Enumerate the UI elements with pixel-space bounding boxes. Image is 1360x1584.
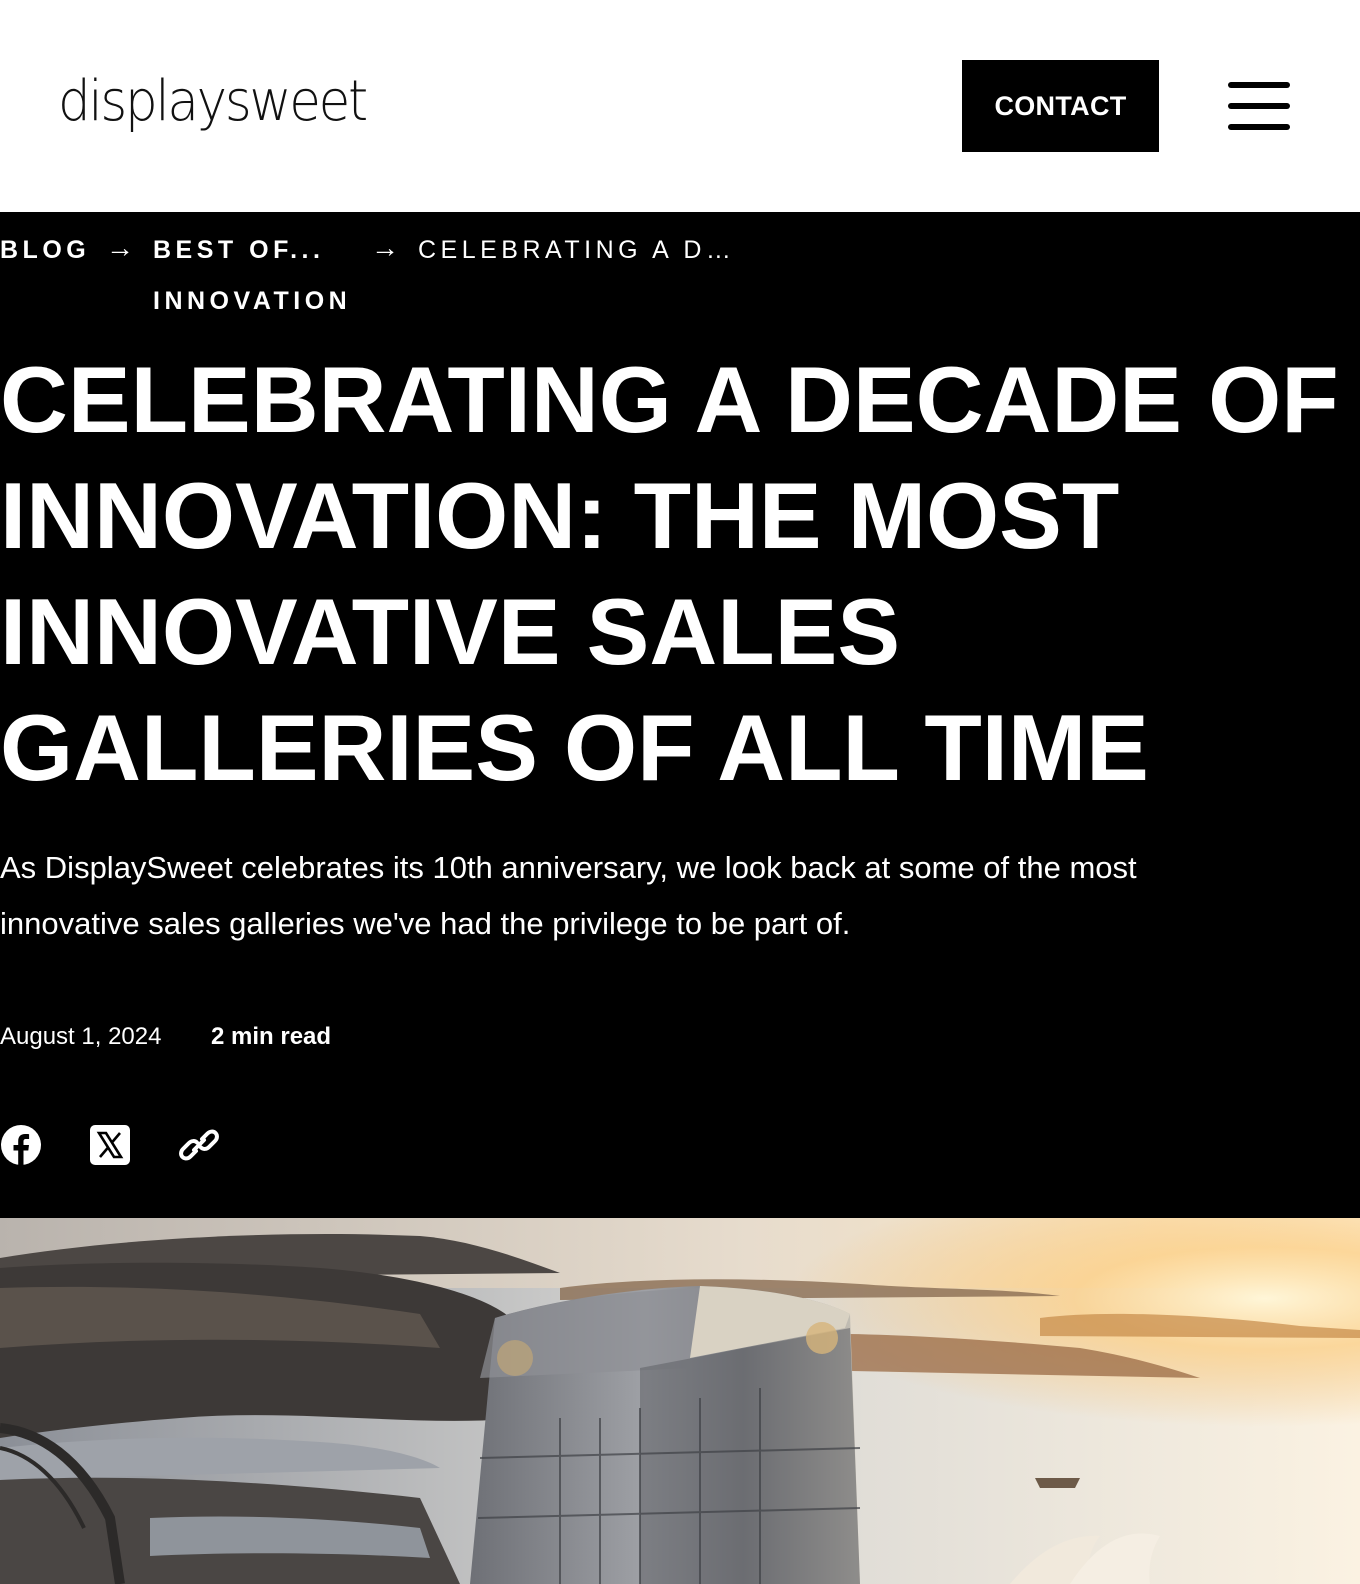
read-time: 2 min read	[211, 1023, 332, 1050]
hamburger-menu-icon[interactable]	[1228, 80, 1290, 132]
breadcrumb-category-link[interactable]: BEST OF...	[153, 235, 324, 265]
contact-button[interactable]: CONTACT	[962, 60, 1159, 152]
page-title-line: INNOVATIVE SALES	[0, 579, 901, 684]
breadcrumb-arrow-icon: →	[371, 232, 399, 263]
article-intro-line: As DisplaySweet celebrates its 10th anni…	[0, 850, 1137, 885]
publish-date: August 1, 2024	[0, 1023, 162, 1050]
page-title: CELEBRATING A DECADE OF INNOVATION: THE …	[0, 342, 1360, 806]
page-title-line: INNOVATION: THE MOST	[0, 463, 1120, 568]
link-icon[interactable]	[178, 1124, 220, 1166]
page-title-line: CELEBRATING A DECADE OF	[0, 347, 1339, 452]
article-hero: BLOG → BEST OF... INNOVATION → CELEBRATI…	[0, 212, 1360, 1218]
breadcrumb-current: CELEBRATING A D…	[418, 236, 736, 264]
breadcrumb-blog-link[interactable]: BLOG	[0, 235, 90, 265]
page-title-line: GALLERIES OF ALL TIME	[0, 695, 1149, 800]
site-header: displaysweet CONTACT	[0, 0, 1360, 212]
breadcrumb-arrow-icon: →	[106, 232, 134, 263]
hero-image	[0, 1218, 1360, 1584]
facebook-icon[interactable]	[0, 1124, 42, 1166]
displaysweet-logo[interactable]: displaysweet	[58, 62, 368, 142]
article-intro-line: innovative sales galleries we've had the…	[0, 906, 851, 941]
x-icon[interactable]	[89, 1124, 131, 1166]
article-intro: As DisplaySweet celebrates its 10th anni…	[0, 840, 1330, 952]
breadcrumb-category-link-line2[interactable]: INNOVATION	[153, 286, 351, 316]
